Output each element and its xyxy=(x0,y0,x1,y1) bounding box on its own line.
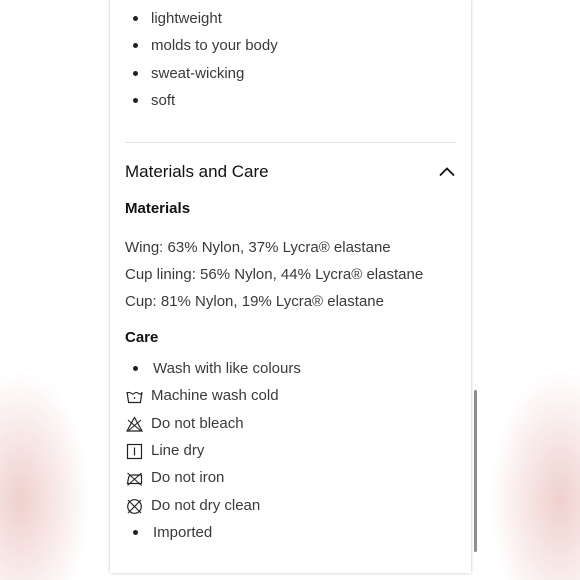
chevron-up-icon[interactable] xyxy=(438,163,456,181)
scrollbar-thumb[interactable] xyxy=(474,390,477,552)
care-heading: Care xyxy=(125,329,159,346)
product-details-panel: lightweight molds to your body sweat-wic… xyxy=(110,0,471,573)
bullet-icon xyxy=(133,366,138,371)
care-item: Do not iron xyxy=(125,468,456,488)
bullet-icon xyxy=(133,530,138,535)
material-line: Cup: 81% Nylon, 19% Lycra® elastane xyxy=(125,293,384,310)
do-not-dry-clean-icon xyxy=(127,499,142,514)
care-item: Line dry xyxy=(125,441,456,461)
care-item: Wash with like colours xyxy=(125,359,456,379)
do-not-bleach-icon xyxy=(126,416,143,432)
bullet-icon xyxy=(133,43,138,48)
bullet-icon xyxy=(133,16,138,21)
material-line: Wing: 63% Nylon, 37% Lycra® elastane xyxy=(125,239,391,256)
materials-heading: Materials xyxy=(125,200,191,217)
bullet-icon xyxy=(133,71,138,76)
machine-wash-cold-icon xyxy=(126,391,143,404)
materials-care-accordion-header[interactable]: Materials and Care xyxy=(125,160,456,184)
material-line: Cup lining: 56% Nylon, 44% Lycra® elasta… xyxy=(125,266,424,283)
care-item: Do not bleach xyxy=(125,414,456,434)
section-title: Materials and Care xyxy=(125,162,269,181)
care-item: Do not dry clean xyxy=(125,496,456,516)
bullet-icon xyxy=(133,98,138,103)
do-not-iron-icon xyxy=(126,472,143,486)
care-item: Machine wash cold xyxy=(125,386,456,406)
section-divider xyxy=(125,142,456,143)
line-dry-icon xyxy=(126,443,143,460)
care-item: Imported xyxy=(125,523,456,543)
